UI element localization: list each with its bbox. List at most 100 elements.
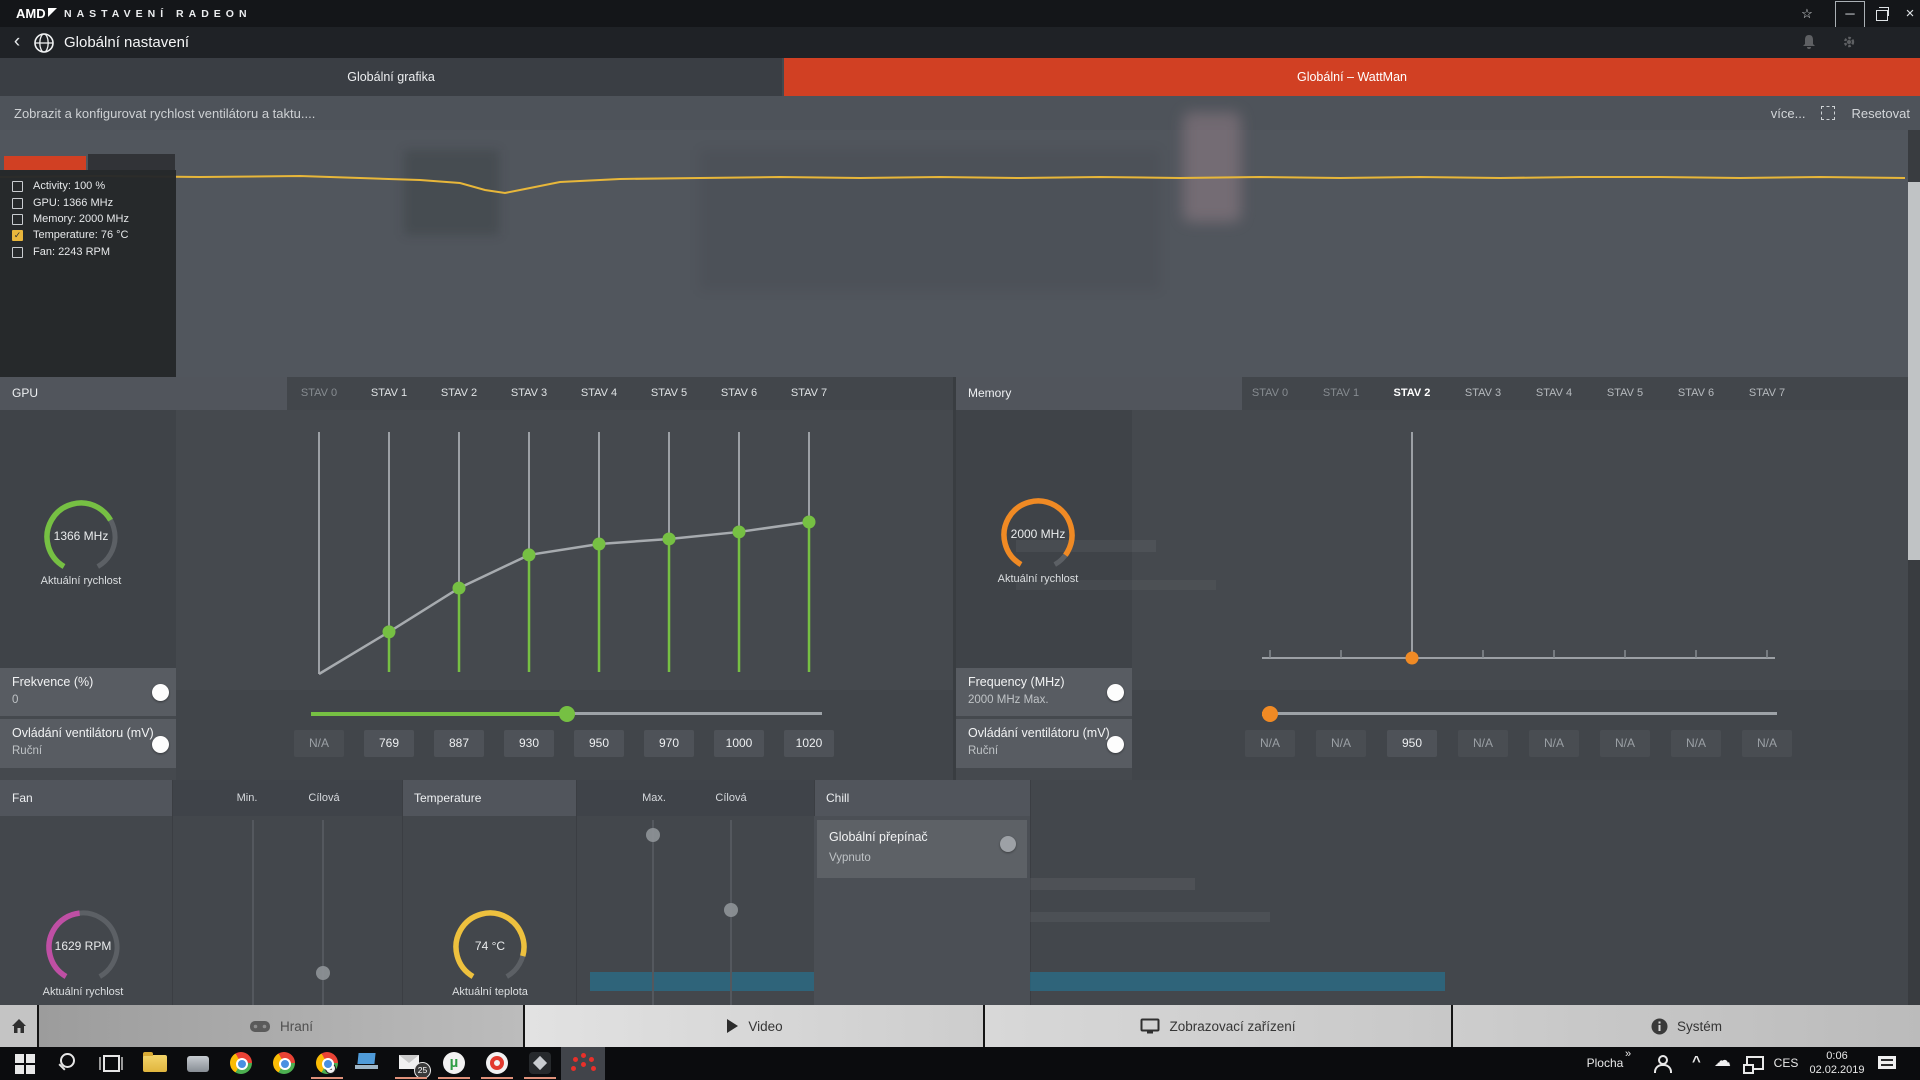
memory-speed-value: 2000 MHz [993,527,1083,541]
settings-gear-icon[interactable] [1840,33,1858,51]
fan-slider-handle[interactable] [646,828,660,842]
legend-item-memory[interactable]: Memory: 2000 MHz [0,212,176,228]
tab-global-wattman[interactable]: Globální – WattMan [784,58,1920,96]
memory-state-value-6[interactable]: N/A [1671,730,1721,757]
gpu-state-value-0[interactable]: N/A [294,730,344,757]
computer-app-icon[interactable] [352,1050,384,1077]
radeon-settings-window: AMD NASTAVENÍ RADEON ☆ ─ × ‹ Globální na… [0,0,1920,1080]
network-tray-icon[interactable] [1742,1055,1764,1073]
radeon-settings-icon[interactable] [567,1050,599,1077]
temperature-section-title: Temperature [414,780,481,816]
start-button-icon[interactable] [10,1050,42,1077]
gpu-fan-voltage-toggle[interactable] [152,736,169,753]
toolbar-chevrons-icon[interactable]: » [1625,1048,1631,1060]
legend-item-gpu[interactable]: GPU: 1366 MHz [0,196,176,212]
scrollbar-thumb[interactable] [1908,182,1920,560]
reset-button[interactable]: Resetovat [1851,106,1910,121]
clock[interactable]: 0:06 02.02.2019 [1806,1049,1868,1077]
chill-global-toggle[interactable] [1000,836,1016,852]
gpu-frequency-toggle[interactable] [152,684,169,701]
onedrive-cloud-icon[interactable]: ☁ [1714,1051,1731,1071]
checkbox-icon[interactable] [12,214,23,225]
gpu-state-value-2[interactable]: 887 [434,730,484,757]
legend-item-fan[interactable]: Fan: 2243 RPM [0,245,176,261]
gpu-slider-band [176,690,953,780]
slider-knob[interactable] [559,706,575,722]
task-view-icon[interactable] [96,1050,128,1077]
section-divider [576,780,577,1005]
chill-switch-row[interactable]: Globální přepínač Vypnuto [817,820,1027,878]
search-icon[interactable] [53,1050,85,1077]
gpu-frequency-control[interactable]: Frekvence (%) 0 [0,668,176,716]
gpu-state-value-1[interactable]: 769 [364,730,414,757]
current-temperature-caption: Aktuální teplota [410,986,570,998]
language-indicator[interactable]: CES [1768,1047,1804,1080]
fan-slider-handle[interactable] [316,966,330,980]
memory-stav-4: STAV 4 [1524,377,1584,410]
gpu-state-value-3[interactable]: 930 [504,730,554,757]
gpu-fan-voltage-control[interactable]: Ovládání ventilátoru (mV) Ruční [0,719,176,768]
checkbox-icon[interactable] [12,181,23,192]
fan-slider-track[interactable] [652,820,654,1005]
slider-knob[interactable] [1262,706,1278,722]
more-link[interactable]: více... [1771,106,1806,121]
notification-bell-icon[interactable] [1800,33,1818,51]
legend-item-temperature[interactable]: ✓Temperature: 76 °C [0,228,176,244]
nav-item-gaming[interactable]: Hraní [39,1005,523,1047]
checkbox-checked-icon[interactable]: ✓ [12,230,23,241]
legend-label: Fan: 2243 RPM [33,246,110,258]
back-button[interactable]: ‹ [4,27,30,58]
memory-state-value-7[interactable]: N/A [1742,730,1792,757]
memory-fan-voltage-toggle[interactable] [1107,736,1124,753]
memory-state-value-2[interactable]: 950 [1387,730,1437,757]
gpu-state-value-4[interactable]: 950 [574,730,624,757]
memory-state-value-0[interactable]: N/A [1245,730,1295,757]
people-tray-icon[interactable] [1652,1055,1672,1073]
utorrent-icon[interactable]: µ [443,1052,465,1074]
memory-states-chart[interactable] [1131,410,1920,680]
nav-item-label: Video [748,1019,782,1034]
close-button[interactable]: × [1896,1,1920,26]
restore-button[interactable] [1868,1,1896,26]
chrome-icon[interactable] [230,1052,252,1074]
minimize-button[interactable]: ─ [1835,1,1865,28]
hidden-icons-chevron[interactable]: ^ [1692,1053,1701,1070]
opera-icon[interactable] [486,1052,508,1074]
fan-slider-track[interactable] [252,820,254,1005]
mini-tab-active [4,156,86,170]
gpu-stav-3: STAV 3 [499,377,559,410]
nav-item-video[interactable]: Video [525,1005,983,1047]
legend-item-activity[interactable]: Activity: 100 % [0,179,176,195]
fan-slider-handle[interactable] [724,903,738,917]
memory-state-value-3[interactable]: N/A [1458,730,1508,757]
gpu-state-value-6[interactable]: 1000 [714,730,764,757]
memory-frequency-toggle[interactable] [1107,684,1124,701]
home-button[interactable] [0,1005,37,1047]
nav-item-system[interactable]: Systém [1453,1005,1920,1047]
gpu-stav-6: STAV 6 [709,377,769,410]
world-of-tanks-icon[interactable] [529,1052,551,1074]
game-app-icon[interactable] [187,1056,209,1072]
tab-global-graphics[interactable]: Globální grafika [0,58,782,96]
nav-item-display[interactable]: Zobrazovací zařízení [985,1005,1451,1047]
memory-state-value-5[interactable]: N/A [1600,730,1650,757]
gpu-state-value-7[interactable]: 1020 [784,730,834,757]
gpu-header-cell [0,377,287,410]
action-center-icon[interactable] [1876,1055,1898,1073]
file-explorer-icon[interactable] [143,1055,167,1072]
mail-icon[interactable]: 25 [395,1050,427,1077]
memory-state-value-4[interactable]: N/A [1529,730,1579,757]
gpu-state-value-5[interactable]: 970 [644,730,694,757]
chrome-icon[interactable] [273,1052,295,1074]
amd-arrow-icon [48,8,57,17]
chill-switch-value: Vypnuto [829,852,871,864]
memory-state-value-1[interactable]: N/A [1316,730,1366,757]
memory-fan-voltage-control[interactable]: Ovládání ventilátoru (mV) Ruční [956,719,1132,768]
gpu-states-chart[interactable] [175,410,955,680]
checkbox-icon[interactable] [12,198,23,209]
memory-stav-2: STAV 2 [1382,377,1442,410]
favorite-star-icon[interactable]: ☆ [1793,1,1821,26]
chrome-football-icon[interactable] [316,1052,338,1074]
checkbox-icon[interactable] [12,247,23,258]
memory-frequency-control[interactable]: Frequency (MHz) 2000 MHz Max. [956,668,1132,716]
